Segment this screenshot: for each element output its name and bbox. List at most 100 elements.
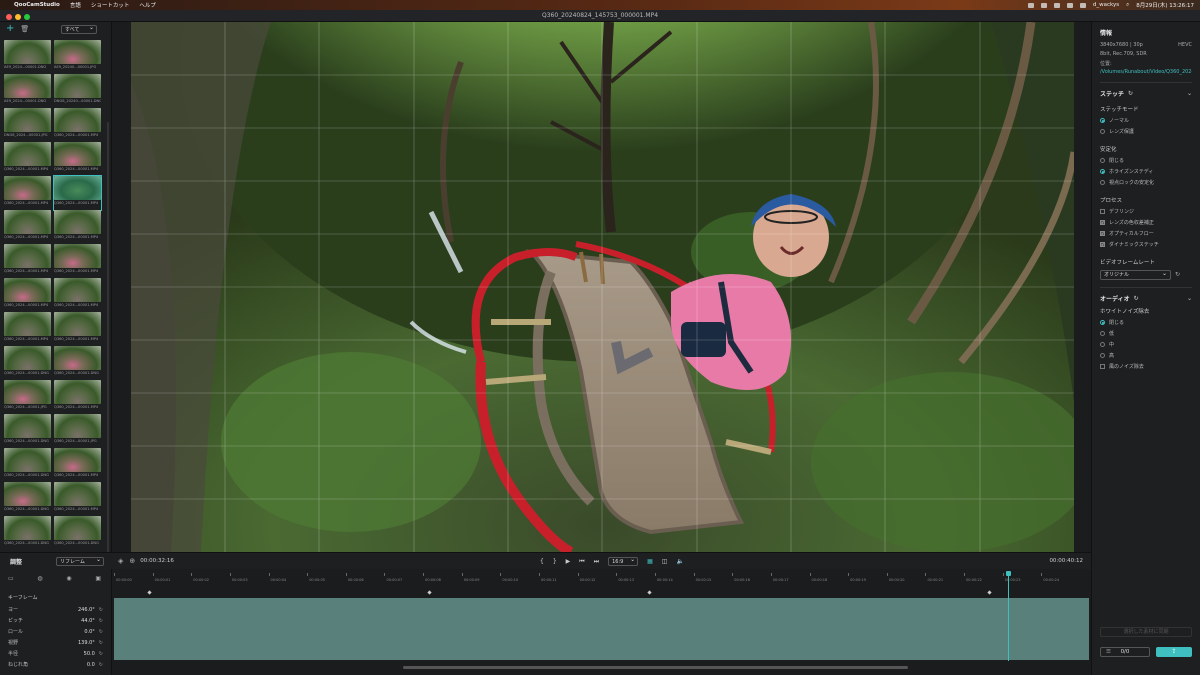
keyframe-param[interactable]: 視野 139.0° ↻ <box>8 637 103 648</box>
media-thumbnail[interactable]: Q360_2024...00001.DNG <box>4 346 51 380</box>
stitch-mode-normal[interactable]: ノーマル <box>1100 117 1192 124</box>
chevron-down-icon[interactable]: ⌄ <box>1187 90 1192 97</box>
menu-shortcut[interactable]: ショートカット <box>91 1 130 9</box>
media-thumbnail[interactable]: Q360_2024...00001.MP4 <box>54 108 101 142</box>
media-thumbnail[interactable]: AE9_2024...00001.DNG <box>4 40 51 74</box>
media-thumbnail[interactable]: Q360_2024...00001.MP4 <box>54 244 101 278</box>
menu-app[interactable]: QooCamStudio <box>14 2 60 8</box>
noise-mid[interactable]: 中 <box>1100 341 1192 348</box>
media-thumbnail[interactable]: Q360_2024...00001.MP4 <box>54 482 101 516</box>
playhead[interactable] <box>1006 571 1011 661</box>
param-value[interactable]: 246.0° <box>78 607 95 613</box>
stabilization-horizon[interactable]: ホライズンステディ <box>1100 168 1192 175</box>
export-queue-button[interactable]: ☰ 0/0 <box>1100 647 1150 657</box>
reset-icon[interactable]: ↻ <box>99 607 103 613</box>
keyframe-add-icon[interactable]: ◈ <box>118 557 123 565</box>
process-chromatic[interactable]: ✓ レンズの色収差補正 <box>1100 219 1192 226</box>
media-thumbnail[interactable]: Q360_2024...00001.MP4 <box>54 278 101 312</box>
keyframe-param[interactable]: 半径 50.0 ↻ <box>8 648 103 659</box>
timeline-scrollbar[interactable] <box>403 666 908 669</box>
username[interactable]: d_wackys <box>1093 2 1119 8</box>
media-thumbnail[interactable]: Q360_2024...00001.DNG <box>4 448 51 482</box>
tiny-planet-icon[interactable]: ◉ <box>66 575 71 582</box>
media-thumbnail[interactable]: Q360_2024...00001.MP4 <box>4 244 51 278</box>
minimize-window-icon[interactable] <box>15 14 21 20</box>
apply-to-selected-button[interactable]: 選択した素材に同期 <box>1100 627 1192 637</box>
reset-icon[interactable]: ↻ <box>99 651 103 657</box>
library-scrollbar[interactable] <box>107 122 109 562</box>
param-value[interactable]: 50.0 <box>84 651 95 657</box>
process-defringe[interactable]: デフリンジ <box>1100 208 1192 215</box>
reset-icon[interactable]: ↻ <box>99 662 103 668</box>
trash-icon[interactable]: 🗑 <box>20 25 29 33</box>
status-icon[interactable] <box>1066 2 1073 8</box>
noise-low[interactable]: 低 <box>1100 330 1192 337</box>
mark-out-button[interactable]: } <box>553 558 557 565</box>
media-thumbnail[interactable]: Q360_2024...00001.MP4 <box>54 380 101 414</box>
media-thumbnail[interactable]: Q360_2024...00001.MP4 <box>53 175 102 211</box>
media-thumbnail[interactable]: DNG8_20240...00001.DNG <box>54 74 101 108</box>
status-icon[interactable] <box>1027 2 1034 8</box>
refresh-icon[interactable]: ↻ <box>1134 295 1139 302</box>
framerate-select[interactable]: オリジナル <box>1100 269 1171 280</box>
export-button[interactable]: ⇪ <box>1156 647 1192 657</box>
keyframe-target-icon[interactable]: ⊕ <box>129 557 135 565</box>
timeline[interactable]: 00:00:00 00:00:01 00:00:02 00:00:03 00:00:04… <box>112 569 1091 675</box>
reset-icon[interactable]: ↻ <box>99 618 103 624</box>
stabilization-off[interactable]: 閉じる <box>1100 157 1192 164</box>
menu-help[interactable]: ヘルプ <box>139 1 156 9</box>
reset-icon[interactable]: ↻ <box>99 640 103 646</box>
media-thumbnail[interactable]: Q360_2024...00001.MP4 <box>54 312 101 346</box>
add-media-icon[interactable]: + <box>6 24 14 34</box>
media-thumbnail[interactable]: Q360_2024...00001.DNG <box>54 516 101 550</box>
stitch-heading[interactable]: ステッチ ↻ ⌄ <box>1100 89 1192 98</box>
param-value[interactable]: 0.0 <box>87 662 95 668</box>
video-preview[interactable] <box>131 22 1074 552</box>
media-thumbnail[interactable]: Q360_2024...00001.MP4 <box>4 176 51 210</box>
process-optical-flow[interactable]: ✓ オプティカルフロー <box>1100 230 1192 237</box>
media-thumbnail[interactable]: Q360_2024...00001.DNG <box>4 516 51 550</box>
wind-noise-checkbox[interactable]: 風のノイズ除去 <box>1100 363 1192 370</box>
close-window-icon[interactable] <box>6 14 12 20</box>
keyframe-marker[interactable] <box>987 590 992 595</box>
param-value[interactable]: 44.0° <box>81 618 95 624</box>
volume-icon[interactable]: 🔈 <box>676 558 683 565</box>
noise-off[interactable]: 閉じる <box>1100 319 1192 326</box>
media-thumbnail[interactable]: Q360_2024...00001.MP4 <box>4 312 51 346</box>
refresh-icon[interactable]: ↻ <box>1128 90 1133 97</box>
video-track[interactable] <box>114 598 1089 660</box>
time-ruler[interactable]: 00:00:00 00:00:01 00:00:02 00:00:03 00:00:04… <box>112 573 1091 587</box>
keyframe-param[interactable]: ヨー 246.0° ↻ <box>8 604 103 615</box>
status-icon[interactable] <box>1040 2 1047 8</box>
stitch-mode-lens-protect[interactable]: レンズ保護 <box>1100 128 1192 135</box>
media-thumbnail[interactable]: Q360_2024...00001.MP4 <box>54 210 101 244</box>
play-button[interactable]: ▶ <box>566 558 571 565</box>
location-link[interactable]: /Volumes/Runabout/Video/Q360_20240... <box>1100 69 1192 75</box>
grid-icon[interactable]: ▦ <box>647 558 653 565</box>
media-thumbnail[interactable]: Q360_2024...00001.MP4 <box>4 210 51 244</box>
wifi-icon[interactable] <box>1079 2 1086 8</box>
search-icon[interactable]: ⌕ <box>1126 2 1129 9</box>
keyframe-param[interactable]: ねじれ角 0.0 ↻ <box>8 659 103 670</box>
media-thumbnail[interactable]: Q360_2024...00001.MP4 <box>54 448 101 482</box>
keyframe-param[interactable]: ピッチ 44.0° ↻ <box>8 615 103 626</box>
layout-icon[interactable]: ▭ <box>8 575 14 582</box>
param-value[interactable]: 139.0° <box>78 640 95 646</box>
globe-icon[interactable]: ◍ <box>37 575 42 582</box>
status-icon[interactable] <box>1053 2 1060 8</box>
keyframe-marker[interactable] <box>147 590 152 595</box>
media-thumbnail[interactable]: AE9_20240...00001.JPG <box>54 40 101 74</box>
stabilization-viewlock[interactable]: 視点ロックの安定化 <box>1100 179 1192 186</box>
aspect-ratio-select[interactable]: 16:9 <box>608 556 639 566</box>
media-thumbnail[interactable]: Q360_2024...00001.MP4 <box>54 142 101 176</box>
datetime[interactable]: 8月29日(木) 13:26:17 <box>1136 1 1194 9</box>
menu-language[interactable]: 言語 <box>70 1 81 9</box>
media-thumbnail[interactable]: Q360_2024...00001.JPG <box>54 414 101 448</box>
camera-icon[interactable]: ◫ <box>662 558 668 565</box>
mode-select[interactable]: リフレーム <box>56 556 104 566</box>
media-thumbnail[interactable]: Q360_2024...00001.MP4 <box>4 278 51 312</box>
process-dynamic-stitch[interactable]: ✓ ダイナミックステッチ <box>1100 241 1192 248</box>
refresh-icon[interactable]: ↻ <box>1175 271 1180 278</box>
maximize-window-icon[interactable] <box>24 14 30 20</box>
media-thumbnail[interactable]: Q360_2024...00001.DNG <box>4 482 51 516</box>
